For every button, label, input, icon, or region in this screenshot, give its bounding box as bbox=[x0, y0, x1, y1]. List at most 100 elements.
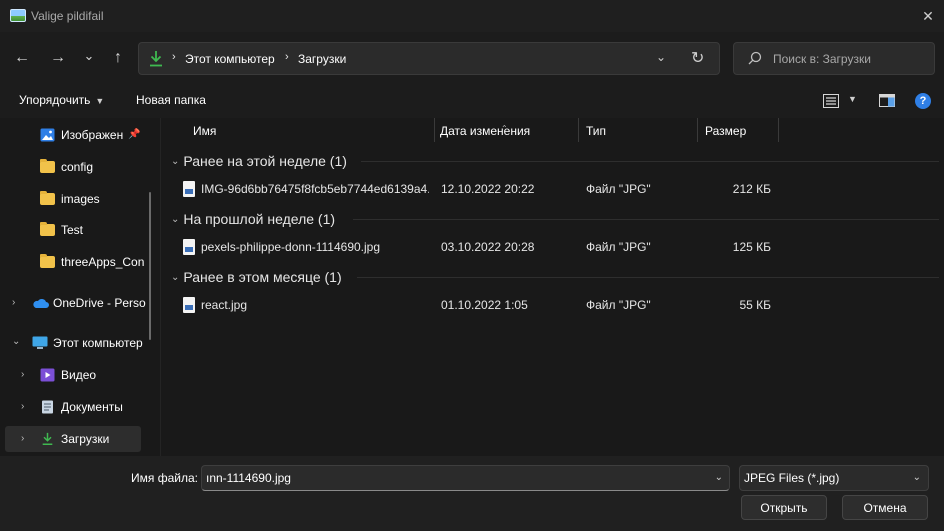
view-options-caret-icon[interactable]: ▼ bbox=[848, 94, 857, 104]
new-folder-button[interactable]: Новая папка bbox=[136, 93, 206, 107]
search-input[interactable] bbox=[773, 50, 923, 68]
sidebar-item-downloads[interactable]: › Загрузки bbox=[5, 426, 141, 452]
chevron-right-icon[interactable]: › bbox=[21, 401, 24, 412]
preview-pane-icon[interactable] bbox=[879, 94, 895, 107]
navigation-bar: ← → ⌄ ↑ › Этот компьютер › Загрузки ⌄ ↻ bbox=[0, 32, 944, 84]
file-date: 01.10.2022 1:05 bbox=[441, 298, 528, 312]
folder-icon bbox=[40, 191, 55, 205]
sidebar-item-onedrive[interactable]: › OneDrive - Perso bbox=[0, 290, 150, 316]
window-title: Valige pildifail bbox=[31, 9, 104, 23]
sidebar-item-this-pc[interactable]: ⌄ Этот компьютер bbox=[0, 330, 150, 356]
filename-input[interactable] bbox=[206, 470, 701, 486]
column-type-label: Тип bbox=[586, 124, 607, 138]
file-row[interactable]: IMG-96d6bb76475f8fcb5eb7744ed6139a4... 1… bbox=[161, 177, 944, 201]
file-type: Файл "JPG" bbox=[586, 298, 651, 312]
sidebar-item-videos[interactable]: › Видео bbox=[0, 362, 150, 388]
sidebar-item-label: config bbox=[61, 160, 94, 174]
file-name: IMG-96d6bb76475f8fcb5eb7744ed6139a4... bbox=[201, 182, 429, 196]
chevron-down-icon[interactable]: ⌄ bbox=[12, 336, 20, 347]
group-label: Ранее в этом месяце (1) bbox=[183, 269, 342, 285]
jpg-file-icon bbox=[183, 297, 195, 313]
search-icon bbox=[748, 51, 762, 65]
chevron-down-icon: ⌄ bbox=[171, 155, 180, 167]
group-divider bbox=[353, 219, 939, 220]
chevron-down-icon: ⌄ bbox=[171, 271, 180, 283]
chevron-down-icon: ⌄ bbox=[171, 213, 180, 225]
file-date: 12.10.2022 20:22 bbox=[441, 182, 535, 196]
group-divider bbox=[357, 277, 939, 278]
navigation-pane: Изображен 📌 config images Test threeApps… bbox=[0, 118, 160, 456]
sidebar-item-label: images bbox=[61, 192, 100, 206]
folder-icon bbox=[40, 254, 55, 268]
file-row[interactable]: react.jpg 01.10.2022 1:05 Файл "JPG" 55 … bbox=[161, 293, 944, 317]
filename-combobox[interactable]: ⌄ bbox=[201, 465, 730, 491]
sidebar-item-images[interactable]: images bbox=[0, 186, 150, 212]
organize-button[interactable]: Упорядочить ▼ bbox=[19, 93, 104, 107]
chevron-down-icon: ⌄ bbox=[912, 472, 921, 483]
open-button[interactable]: Открыть bbox=[741, 495, 827, 520]
chevron-right-icon[interactable]: › bbox=[21, 369, 24, 380]
up-arrow-icon[interactable]: ↑ bbox=[104, 44, 132, 72]
sidebar-scrollbar[interactable] bbox=[149, 192, 151, 340]
downloads-icon bbox=[42, 432, 53, 445]
column-header-type[interactable]: Тип bbox=[579, 118, 697, 144]
sidebar-item-label: OneDrive - Perso bbox=[53, 296, 146, 310]
filetype-select[interactable]: JPEG Files (*.jpg) ⌄ bbox=[739, 465, 929, 491]
view-details-icon[interactable] bbox=[823, 94, 839, 108]
pin-icon[interactable]: 📌 bbox=[128, 129, 140, 140]
sidebar-item-label: Загрузки bbox=[61, 432, 110, 446]
jpg-file-icon bbox=[183, 239, 195, 255]
search-box[interactable] bbox=[733, 42, 935, 75]
title-bar: Valige pildifail ✕ bbox=[0, 0, 944, 32]
help-icon[interactable]: ? bbox=[915, 93, 931, 109]
close-icon[interactable]: ✕ bbox=[912, 0, 944, 32]
sidebar-item-documents[interactable]: › Документы bbox=[0, 394, 150, 420]
documents-icon bbox=[42, 400, 53, 414]
filetype-value: JPEG Files (*.jpg) bbox=[744, 471, 840, 485]
group-header[interactable]: ⌄ На прошлой неделе (1) bbox=[171, 208, 335, 230]
forward-arrow-icon[interactable]: → bbox=[44, 44, 72, 72]
column-divider[interactable] bbox=[778, 118, 779, 142]
file-name: react.jpg bbox=[201, 298, 248, 312]
column-header-size[interactable]: Размер bbox=[698, 118, 778, 144]
refresh-icon[interactable]: ↻ bbox=[691, 48, 704, 68]
sidebar-item-label: Документы bbox=[61, 400, 123, 414]
breadcrumb-this-pc[interactable]: Этот компьютер bbox=[185, 52, 275, 66]
file-row[interactable]: pexels-philippe-donn-1114690.jpg 03.10.2… bbox=[161, 235, 944, 259]
group-header[interactable]: ⌄ Ранее в этом месяце (1) bbox=[171, 266, 342, 288]
group-label: Ранее на этой неделе (1) bbox=[183, 153, 347, 169]
toolbar: Упорядочить ▼ Новая папка ▼ ? bbox=[0, 84, 944, 118]
image-app-icon bbox=[10, 9, 26, 22]
organize-label: Упорядочить bbox=[19, 93, 91, 107]
file-list: Имя ⌃ Дата изменения Тип Размер ⌄ Ранее … bbox=[160, 118, 944, 456]
sidebar-item-threeapps[interactable]: threeApps_Con bbox=[0, 249, 150, 275]
address-dropdown-icon[interactable]: ⌄ bbox=[656, 50, 666, 64]
sidebar-item-label: Test bbox=[61, 223, 84, 237]
cancel-button[interactable]: Отмена bbox=[842, 495, 928, 520]
sidebar-item-label: Видео bbox=[61, 368, 97, 382]
breadcrumb-separator-icon: › bbox=[172, 51, 176, 63]
dialog-footer: Имя файла: ⌄ JPEG Files (*.jpg) ⌄ Открыт… bbox=[0, 456, 944, 531]
sidebar-item-pictures[interactable]: Изображен 📌 bbox=[0, 122, 150, 148]
sidebar-item-config[interactable]: config bbox=[0, 154, 150, 180]
sidebar-item-test[interactable]: Test bbox=[0, 217, 150, 243]
recent-locations-chevron-icon[interactable]: ⌄ bbox=[75, 42, 103, 70]
chevron-right-icon[interactable]: › bbox=[12, 297, 15, 308]
group-header[interactable]: ⌄ Ранее на этой неделе (1) bbox=[171, 150, 347, 172]
address-bar[interactable]: › Этот компьютер › Загрузки ⌄ ↻ bbox=[138, 42, 720, 75]
back-arrow-icon[interactable]: ← bbox=[8, 44, 36, 72]
filename-label: Имя файла: bbox=[131, 471, 198, 485]
chevron-right-icon[interactable]: › bbox=[21, 433, 24, 444]
onedrive-cloud-icon bbox=[33, 298, 49, 308]
breadcrumb-downloads[interactable]: Загрузки bbox=[298, 52, 346, 66]
caret-down-icon: ▼ bbox=[95, 96, 105, 106]
column-date-label: Дата изменения bbox=[440, 124, 531, 138]
column-header-name[interactable]: Имя ⌃ bbox=[161, 118, 508, 144]
column-name-label: Имя bbox=[193, 124, 217, 138]
chevron-down-icon[interactable]: ⌄ bbox=[715, 472, 723, 483]
file-size: 212 КБ bbox=[732, 182, 771, 196]
computer-icon bbox=[32, 336, 48, 349]
group-label: На прошлой неделе (1) bbox=[183, 211, 336, 227]
jpg-file-icon bbox=[183, 181, 195, 197]
column-header-date[interactable]: Дата изменения bbox=[435, 118, 578, 144]
